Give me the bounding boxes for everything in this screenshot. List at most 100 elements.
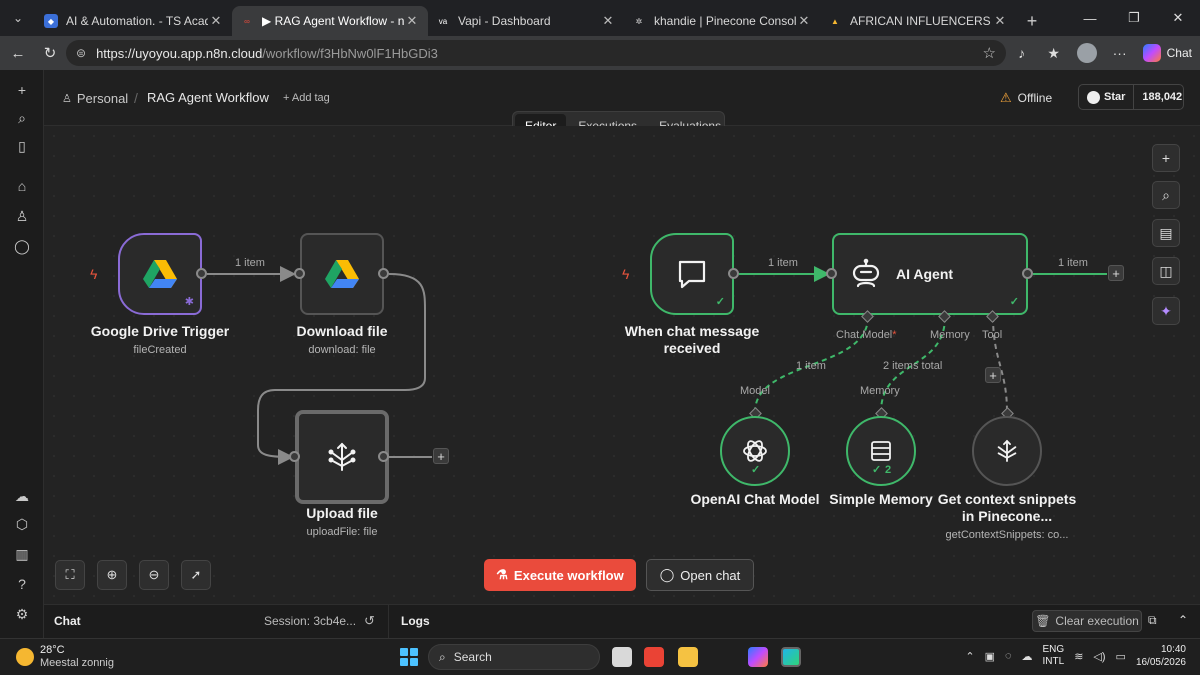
- logs-panel-title[interactable]: Logs: [401, 614, 430, 628]
- node-title: Upload file: [306, 505, 378, 521]
- language-code: ENG: [1042, 644, 1065, 655]
- read-aloud-icon[interactable]: ♪: [1013, 45, 1031, 61]
- templates-cube-icon[interactable]: ⬡: [12, 514, 32, 534]
- openai-icon: [743, 440, 767, 462]
- windows-start-icon[interactable]: [400, 648, 418, 666]
- tray-app-icon[interactable]: ▣: [985, 650, 995, 663]
- workflow-name[interactable]: RAG Agent Workflow: [147, 90, 269, 105]
- insights-chart-icon[interactable]: ▥: [12, 544, 32, 564]
- ai-assistant-sparkle-icon[interactable]: ✦: [1152, 297, 1180, 325]
- input-handle[interactable]: [826, 268, 837, 279]
- node-chat-trigger[interactable]: ✓: [650, 233, 734, 315]
- input-handle[interactable]: [289, 451, 300, 462]
- browser-tab[interactable]: va Vapi - Dashboard ✕: [428, 6, 624, 36]
- browser-tab[interactable]: ▲ AFRICAN INFLUENCERS RESEARCH ✕: [820, 6, 1016, 36]
- add-tag-button[interactable]: + Add tag: [283, 92, 330, 104]
- add-tool-plus-icon[interactable]: +: [985, 367, 1001, 383]
- edge-item-count: 1 item: [796, 360, 826, 372]
- node-pinecone-tool[interactable]: [972, 416, 1042, 486]
- gmail-icon[interactable]: [644, 647, 664, 667]
- file-explorer-icon[interactable]: [678, 647, 698, 667]
- edge-browser-icon[interactable]: [781, 647, 801, 667]
- weather-widget[interactable]: 28°C Meestal zonnig: [16, 644, 114, 670]
- site-info-icon[interactable]: ⊜: [76, 46, 86, 60]
- new-tab-plus-icon[interactable]: +: [1016, 6, 1048, 36]
- breadcrumb-project[interactable]: ♙ Personal: [62, 91, 128, 106]
- volume-icon[interactable]: ◁): [1093, 650, 1105, 663]
- copilot-app-icon[interactable]: [748, 647, 768, 667]
- node-ai-agent[interactable]: AI Agent ✓: [832, 233, 1028, 315]
- toggle-sidebar-icon[interactable]: ▯: [12, 136, 32, 156]
- output-handle[interactable]: [1022, 268, 1033, 279]
- execute-workflow-button[interactable]: ⚗ Execute workflow: [484, 559, 636, 591]
- windows-taskbar: 28°C Meestal zonnig ⌕ Search ⌃ ▣ ◌ ☁ ENG…: [0, 638, 1200, 675]
- reload-icon[interactable]: ↻: [34, 37, 66, 69]
- close-tab-icon[interactable]: ✕: [208, 13, 224, 29]
- back-arrow-icon[interactable]: ←: [2, 37, 34, 69]
- input-handle[interactable]: [294, 268, 305, 279]
- sticky-note-icon[interactable]: ▤: [1152, 219, 1180, 247]
- close-tab-icon[interactable]: ✕: [992, 13, 1008, 29]
- home-icon[interactable]: ⌂: [12, 176, 32, 196]
- canvas-search-icon[interactable]: ⌕: [1152, 181, 1180, 209]
- copilot-chat-button[interactable]: Chat: [1142, 44, 1192, 62]
- open-chat-button[interactable]: ◯ Open chat: [646, 559, 754, 591]
- chat-bubble-icon[interactable]: ◯: [12, 236, 32, 256]
- favorites-icon[interactable]: ★: [1045, 45, 1063, 62]
- output-handle[interactable]: [196, 268, 207, 279]
- node-google-drive-trigger[interactable]: ✱: [118, 233, 202, 315]
- tray-chevron-up-icon[interactable]: ⌃: [965, 650, 974, 663]
- task-view-icon[interactable]: [612, 647, 632, 667]
- browser-tab[interactable]: ✲ khandie | Pinecone Console ✕: [624, 6, 820, 36]
- output-handle[interactable]: [378, 451, 389, 462]
- settings-gear-icon[interactable]: ⚙: [12, 604, 32, 624]
- node-download-file[interactable]: [300, 233, 384, 315]
- close-window-icon[interactable]: ✕: [1156, 0, 1200, 36]
- zoom-in-icon[interactable]: ⊕: [97, 560, 127, 590]
- node-openai-chat-model[interactable]: ✓: [720, 416, 790, 486]
- toggle-panel-icon[interactable]: ◫: [1152, 257, 1180, 285]
- open-nodes-panel-plus-icon[interactable]: +: [1152, 144, 1180, 172]
- github-star-button[interactable]: Star 188,042: [1078, 84, 1184, 110]
- node-upload-file[interactable]: [295, 410, 389, 504]
- user-icon[interactable]: ♙: [12, 206, 32, 226]
- browser-tab-active[interactable]: ∞ ▶ RAG Agent Workflow - n8n ✕: [232, 6, 428, 36]
- wifi-icon[interactable]: ≋: [1074, 650, 1083, 663]
- bookmark-star-icon[interactable]: ☆: [983, 44, 996, 62]
- output-handle[interactable]: [728, 268, 739, 279]
- close-tab-icon[interactable]: ✕: [796, 13, 812, 29]
- close-tab-icon[interactable]: ✕: [404, 13, 420, 29]
- battery-icon[interactable]: ▭: [1116, 650, 1126, 663]
- add-node-plus-icon[interactable]: +: [1108, 265, 1124, 281]
- restore-icon[interactable]: ❐: [1112, 0, 1156, 36]
- chevron-up-icon[interactable]: ⌃: [1178, 613, 1188, 627]
- node-simple-memory[interactable]: ✓ 2: [846, 416, 916, 486]
- add-node-plus-icon[interactable]: +: [433, 448, 449, 464]
- language-indicator[interactable]: ENG INTL: [1043, 644, 1065, 668]
- more-options-icon[interactable]: ···: [1111, 45, 1129, 61]
- reset-session-icon[interactable]: ↺: [364, 613, 375, 629]
- clock[interactable]: 10:40 16/05/2026: [1136, 643, 1186, 669]
- output-handle[interactable]: [378, 268, 389, 279]
- help-icon[interactable]: ?: [12, 574, 32, 594]
- zoom-out-icon[interactable]: ⊖: [139, 560, 169, 590]
- clear-execution-button[interactable]: 🗑 Clear execution: [1032, 610, 1142, 632]
- profile-avatar[interactable]: [1076, 43, 1097, 63]
- minimize-icon[interactable]: —: [1068, 0, 1112, 36]
- browser-tab[interactable]: ◆ AI & Automation. - TS Academy ✕: [36, 6, 232, 36]
- tab-list-chevron-icon[interactable]: ⌄: [0, 0, 36, 36]
- fit-view-icon[interactable]: ⛶: [55, 560, 85, 590]
- taskbar-search[interactable]: ⌕ Search: [428, 644, 600, 670]
- url-input[interactable]: ⊜ https://uyoyou.app.n8n.cloud/workflow/…: [66, 40, 1006, 66]
- tidy-up-icon[interactable]: ➚: [181, 560, 211, 590]
- search-icon[interactable]: ⌕: [12, 108, 32, 128]
- cloud-icon[interactable]: ☁: [12, 486, 32, 506]
- create-plus-icon[interactable]: +: [12, 80, 32, 100]
- tab-title: khandie | Pinecone Console: [654, 14, 796, 28]
- close-tab-icon[interactable]: ✕: [600, 13, 616, 29]
- pop-out-icon[interactable]: ⧉: [1148, 613, 1157, 628]
- star-text: Star: [1104, 91, 1126, 103]
- chat-panel-title[interactable]: Chat: [54, 614, 81, 628]
- tray-security-icon[interactable]: ◌: [1005, 650, 1012, 662]
- tray-cloud-icon[interactable]: ☁: [1022, 650, 1033, 663]
